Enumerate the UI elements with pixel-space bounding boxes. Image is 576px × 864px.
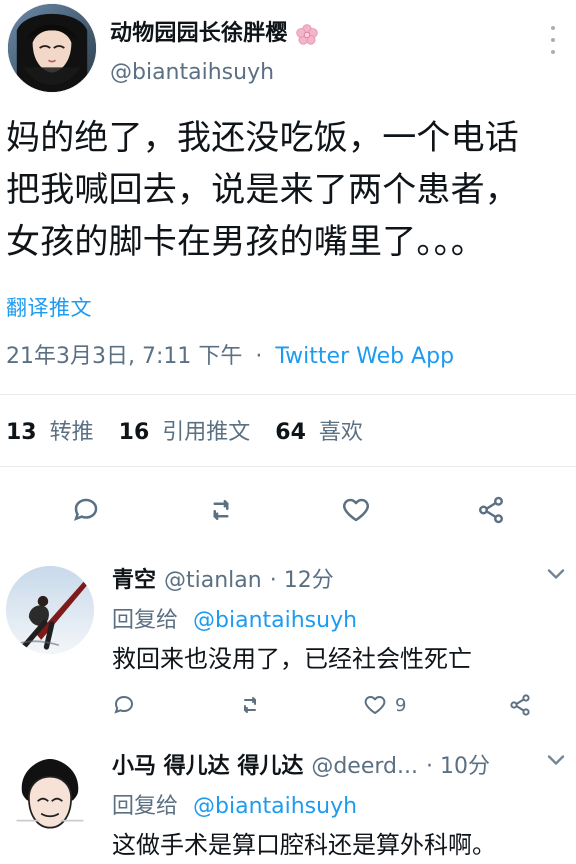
retweets-count[interactable]: 13 (6, 420, 37, 445)
kebab-dot (551, 38, 555, 42)
reply-avatar[interactable] (6, 752, 94, 840)
retweet-icon (243, 697, 256, 713)
chevron-down-icon (547, 569, 565, 579)
quotes-count[interactable]: 16 (119, 420, 150, 445)
tweet-source-link[interactable]: Twitter Web App (275, 344, 454, 369)
reply-icon (73, 498, 97, 521)
divider (0, 466, 576, 467)
reply-avatar-image (6, 752, 94, 840)
author-display-name[interactable]: 动物园园长徐胖樱 (110, 22, 288, 46)
retweet-button[interactable] (199, 488, 243, 532)
share-button[interactable] (469, 488, 513, 532)
reply-header: 青空 @tianlan · 12分 (112, 562, 576, 594)
flower-icon (295, 23, 318, 45)
reply-to-line: 回复给 @biantaihsuyh (112, 602, 576, 634)
like-button[interactable] (334, 488, 378, 532)
reply-like-count: 9 (395, 694, 407, 716)
kebab-icon[interactable] (544, 26, 562, 54)
reply-button[interactable] (112, 690, 136, 720)
reply-icon (114, 695, 134, 714)
reply-text: 这做手术是算口腔科还是算外科啊。 (112, 831, 496, 859)
reply-handle[interactable]: @deerd... (311, 754, 418, 779)
reply-button[interactable] (64, 488, 108, 532)
reply-display-name[interactable]: 小马 得儿达 得儿达 (112, 748, 303, 780)
author-meta: 动物园园长徐胖樱 @biantaihsuyh (110, 22, 566, 85)
share-icon (510, 694, 530, 716)
like-button[interactable]: 9 (363, 690, 406, 720)
tweet-date-time: 21年3月3日, 7:11 下午 (6, 344, 243, 369)
reply-actions: 9 (112, 690, 532, 720)
chevron-down-icon (547, 755, 565, 765)
tweet-stats: 13 转推 16 引用推文 64 喜欢 (6, 414, 381, 446)
reply-handle[interactable]: @tianlan (164, 568, 262, 593)
reply-item[interactable]: 小马 得儿达 得儿达 @deerd... · 10分 回复给 @biantaih… (0, 738, 576, 864)
tweet-page: 动物园园长徐胖樱 @biantaihsuyh 妈的绝了，我还没吃饭，一个电话 把… (0, 0, 576, 864)
reply-time: · 10分 (425, 754, 490, 779)
reply-text: 救回来也没用了，已经社会性死亡 (112, 645, 472, 673)
reply-body: 小马 得儿达 得儿达 @deerd... · 10分 回复给 @biantaih… (112, 738, 576, 860)
translate-tweet-link[interactable]: 翻译推文 (6, 292, 92, 322)
tweet-header: 动物园园长徐胖樱 @biantaihsuyh (0, 0, 576, 96)
author-avatar[interactable] (8, 4, 96, 92)
heart-icon (364, 696, 386, 714)
kebab-dot (551, 26, 555, 30)
chevron-down-icon[interactable] (542, 560, 570, 588)
reply-time: · 12分 (269, 568, 334, 593)
retweets-label[interactable]: 转推 (50, 420, 94, 445)
author-avatar-image (8, 4, 96, 92)
reply-item[interactable]: 青空 @tianlan · 12分 回复给 @biantaihsuyh 救回来也… (0, 552, 576, 738)
reply-avatar-image (6, 566, 94, 654)
tweet-actions (0, 482, 576, 538)
likes-count[interactable]: 64 (275, 420, 306, 445)
retweet-icon (213, 500, 228, 520)
heart-icon (342, 498, 369, 522)
author-handle[interactable]: @biantaihsuyh (110, 60, 566, 85)
chevron-down-icon[interactable] (542, 746, 570, 774)
retweet-button[interactable] (238, 690, 262, 720)
reply-to-line: 回复给 @biantaihsuyh (112, 788, 576, 820)
quotes-label[interactable]: 引用推文 (162, 420, 250, 445)
author-display-name-row[interactable]: 动物园园长徐胖樱 (110, 22, 566, 48)
reply-header: 小马 得儿达 得儿达 @deerd... · 10分 (112, 748, 576, 780)
reply-to-label: 回复给 (112, 794, 179, 819)
tweet-meta: 21年3月3日, 7:11 下午 · Twitter Web App (6, 338, 454, 370)
reply-to-handle[interactable]: @biantaihsuyh (193, 608, 357, 633)
share-button[interactable] (508, 690, 532, 720)
likes-label[interactable]: 喜欢 (319, 420, 363, 445)
share-icon (478, 496, 503, 524)
divider (0, 394, 576, 395)
reply-to-handle[interactable]: @biantaihsuyh (193, 794, 357, 819)
kebab-dot (551, 50, 555, 54)
tweet-meta-separator: · (255, 344, 263, 369)
tweet-text: 妈的绝了，我还没吃饭，一个电话 把我喊回去，说是来了两个患者， 女孩的脚卡在男孩… (6, 118, 519, 262)
reply-avatar[interactable] (6, 566, 94, 654)
reply-to-label: 回复给 (112, 608, 179, 633)
reply-display-name[interactable]: 青空 (112, 562, 156, 594)
reply-body: 青空 @tianlan · 12分 回复给 @biantaihsuyh 救回来也… (112, 552, 576, 720)
